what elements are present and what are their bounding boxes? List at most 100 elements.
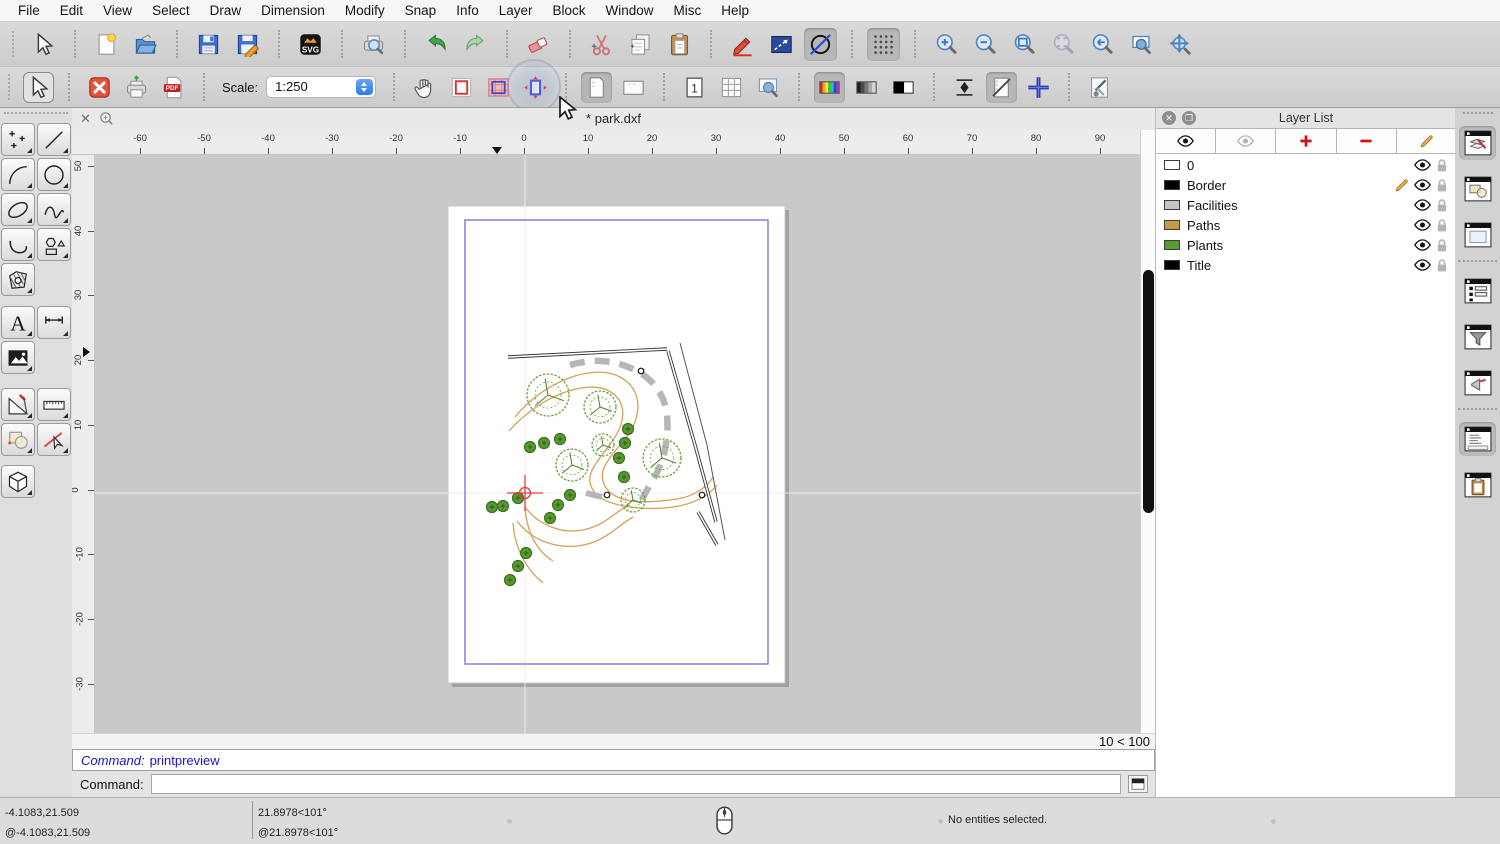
toolbar-drag-handle[interactable] — [8, 74, 14, 100]
select-window-button[interactable] — [765, 28, 798, 61]
print-preview-button[interactable] — [357, 28, 390, 61]
ruler-tool-tool-button[interactable] — [37, 388, 71, 421]
spline-tool-button[interactable] — [37, 193, 71, 226]
zoom-previous-button[interactable] — [1086, 28, 1119, 61]
library-browser-dock-button[interactable] — [1459, 218, 1496, 252]
layer-lock-icon[interactable] — [1436, 178, 1448, 193]
layer-lock-icon[interactable] — [1436, 218, 1448, 233]
line-tool-button[interactable] — [37, 123, 71, 156]
menu-help[interactable]: Help — [711, 0, 759, 22]
cut-button[interactable] — [585, 28, 618, 61]
layer-visibility-eye-icon[interactable] — [1414, 259, 1431, 271]
palette-drag-handle[interactable] — [4, 112, 68, 114]
pdf-export-button[interactable]: PDF — [158, 72, 189, 103]
remove-layer-button[interactable] — [1337, 129, 1397, 153]
polygon-tool-button[interactable] — [37, 228, 71, 261]
color-mode-button[interactable] — [814, 72, 845, 103]
paper-border-button[interactable] — [446, 72, 477, 103]
vertical-scrollbar[interactable] — [1140, 130, 1155, 733]
menu-draw[interactable]: Draw — [200, 0, 252, 22]
polyline-tool-button[interactable] — [1, 228, 35, 261]
tab-close-icon[interactable]: ✕ — [80, 111, 91, 127]
layer-visibility-eye-icon[interactable] — [1414, 219, 1431, 231]
solid-tool-button[interactable] — [1, 465, 35, 498]
modify-tool-button[interactable] — [1, 423, 35, 456]
open-document-button[interactable] — [129, 28, 162, 61]
layer-lock-icon[interactable] — [1436, 198, 1448, 213]
measure-tool-button[interactable] — [1, 388, 35, 421]
menu-file[interactable]: File — [8, 0, 50, 22]
page-overlay-button[interactable] — [986, 72, 1017, 103]
toolbar-drag-handle[interactable] — [12, 31, 18, 57]
entity-filter-dock-button[interactable] — [1459, 320, 1496, 354]
line-width-button[interactable] — [949, 72, 980, 103]
layer-row-paths[interactable]: Paths — [1156, 215, 1456, 235]
command-input[interactable] — [151, 774, 1121, 794]
entity-list-dock-button[interactable] — [1459, 274, 1496, 308]
hide-all-layers-button[interactable] — [1216, 129, 1276, 153]
selection-arrow-button[interactable] — [27, 28, 60, 61]
close-print-preview-button[interactable] — [84, 72, 115, 103]
svg-export-button[interactable]: SVG — [294, 28, 327, 61]
clipboard-panel-dock-button[interactable] — [1459, 468, 1496, 502]
layer-row-title[interactable]: Title — [1156, 255, 1456, 275]
zoom-out-button[interactable] — [969, 28, 1002, 61]
select-entity-tool-button[interactable] — [37, 423, 71, 456]
center-cross-button[interactable] — [1023, 72, 1054, 103]
points-tool-button[interactable] — [1, 123, 35, 156]
scale-select[interactable]: 1:250 — [266, 76, 376, 98]
horizontal-scrollbar[interactable]: 10 < 100 — [72, 733, 1155, 749]
multi-pages-button[interactable] — [716, 72, 747, 103]
layer-visibility-eye-icon[interactable] — [1414, 159, 1431, 171]
layer-visibility-eye-icon[interactable] — [1414, 199, 1431, 211]
grid-toggle-button[interactable] — [867, 28, 900, 61]
menu-dimension[interactable]: Dimension — [251, 0, 335, 22]
command-output-dock-button[interactable] — [1459, 366, 1496, 400]
arc-tool-button[interactable] — [1, 158, 35, 191]
menu-modify[interactable]: Modify — [335, 0, 395, 22]
layer-visibility-eye-icon[interactable] — [1414, 239, 1431, 251]
copy-button[interactable] — [624, 28, 657, 61]
dimension-tool-button[interactable] — [37, 306, 71, 339]
layer-row-facilities[interactable]: Facilities — [1156, 195, 1456, 215]
vertical-scrollbar-thumb[interactable] — [1143, 270, 1154, 513]
draft-mode-button[interactable] — [804, 28, 837, 61]
save-button[interactable] — [192, 28, 225, 61]
portrait-orientation-button[interactable] — [581, 72, 612, 103]
settings-button[interactable] — [1084, 72, 1115, 103]
menu-info[interactable]: Info — [446, 0, 489, 22]
blackwhite-mode-button[interactable] — [888, 72, 919, 103]
pan-hand-button[interactable] — [409, 72, 440, 103]
image-tool-button[interactable] — [1, 341, 35, 374]
layer-list-dock-button[interactable] — [1459, 126, 1496, 160]
fit-to-page-button[interactable] — [520, 72, 551, 103]
zoom-window-button[interactable] — [1125, 28, 1158, 61]
menu-layer[interactable]: Layer — [489, 0, 543, 22]
delete-entities-button[interactable] — [522, 28, 555, 61]
layer-row-plants[interactable]: Plants — [1156, 235, 1456, 255]
preview-select-arrow-button[interactable] — [23, 72, 54, 103]
menu-select[interactable]: Select — [142, 0, 200, 22]
layer-lock-icon[interactable] — [1436, 258, 1448, 273]
menu-edit[interactable]: Edit — [50, 0, 93, 22]
layer-visibility-eye-icon[interactable] — [1414, 179, 1431, 191]
circle-tool-button[interactable] — [37, 158, 71, 191]
block-list-dock-button[interactable] — [1459, 172, 1496, 206]
menu-snap[interactable]: Snap — [395, 0, 447, 22]
grayscale-mode-button[interactable] — [851, 72, 882, 103]
layer-row-border[interactable]: Border — [1156, 175, 1456, 195]
add-layer-button[interactable] — [1276, 129, 1336, 153]
show-all-layers-button[interactable] — [1156, 129, 1216, 153]
zoom-in-button[interactable] — [930, 28, 963, 61]
new-document-button[interactable] — [90, 28, 123, 61]
undo-button[interactable] — [420, 28, 453, 61]
save-as-button[interactable] — [231, 28, 264, 61]
layer-lock-icon[interactable] — [1436, 158, 1448, 173]
menu-block[interactable]: Block — [543, 0, 596, 22]
pen-edit-button[interactable] — [726, 28, 759, 61]
hatch-tool-button[interactable] — [1, 263, 35, 296]
menu-misc[interactable]: Misc — [664, 0, 712, 22]
paper-grid-button[interactable] — [483, 72, 514, 103]
paste-button[interactable] — [663, 28, 696, 61]
print-button[interactable] — [121, 72, 152, 103]
